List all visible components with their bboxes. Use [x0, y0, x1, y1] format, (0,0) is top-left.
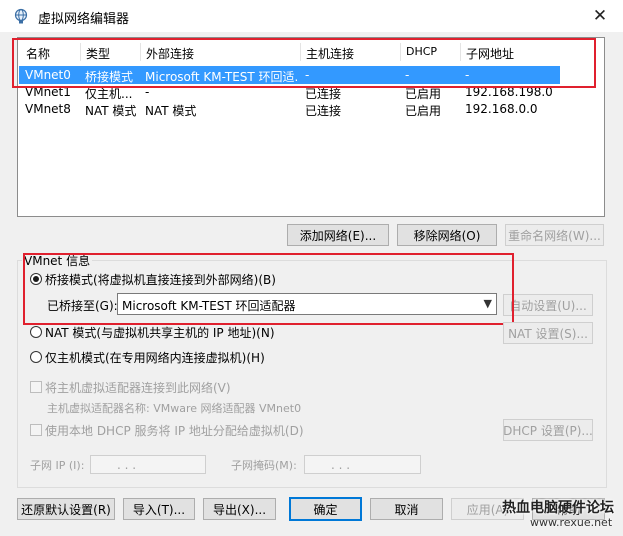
remove-network-button[interactable]: 移除网络(O): [397, 224, 497, 246]
dhcp-checkbox[interactable]: [30, 424, 42, 436]
network-globe-icon: [13, 8, 29, 24]
watermark-url: www.rexue.net: [530, 516, 613, 529]
subnet-mask-label: 子网掩码(M):: [231, 459, 297, 472]
nat-label[interactable]: NAT 模式(与虚拟机共享主机的 IP 地址)(N): [45, 324, 275, 341]
close-icon[interactable]: ✕: [586, 4, 614, 28]
connect-adapter-checkbox[interactable]: [30, 381, 42, 393]
window-title: 虚拟网络编辑器: [38, 12, 130, 27]
watermark-text: 热血电脑硬件论坛: [502, 500, 614, 516]
host-only-label[interactable]: 仅主机模式(在专用网络内连接虚拟机)(H): [45, 349, 265, 366]
restore-defaults-button[interactable]: 还原默认设置(R): [17, 498, 115, 520]
highlight-box-bridge: [23, 253, 514, 325]
ok-button[interactable]: 确定: [289, 497, 362, 521]
dhcp-label[interactable]: 使用本地 DHCP 服务将 IP 地址分配给虚拟机(D): [45, 422, 304, 439]
connect-adapter-label[interactable]: 将主机虚拟适配器连接到此网络(V): [45, 379, 231, 396]
subnet-mask-input[interactable]: . . .: [304, 455, 421, 474]
adapter-name-label: 主机虚拟适配器名称: VMware 网络适配器 VMnet0: [47, 402, 302, 415]
dhcp-settings-button[interactable]: DHCP 设置(P)...: [503, 419, 593, 441]
import-button[interactable]: 导入(T)...: [123, 498, 195, 520]
add-network-button[interactable]: 添加网络(E)...: [287, 224, 389, 246]
cancel-button[interactable]: 取消: [370, 498, 443, 520]
auto-settings-button[interactable]: 自动设置(U)...: [503, 294, 593, 316]
subnet-ip-input[interactable]: . . .: [90, 455, 206, 474]
export-button[interactable]: 导出(X)...: [203, 498, 276, 520]
host-only-radio[interactable]: [30, 351, 42, 363]
table-row[interactable]: VMnet8 NAT 模式 NAT 模式 已连接 已启用 192.168.0.0: [19, 100, 579, 118]
nat-radio[interactable]: [30, 326, 42, 338]
nat-settings-button[interactable]: NAT 设置(S)...: [503, 322, 593, 344]
highlight-box-list: [12, 38, 596, 88]
subnet-ip-label: 子网 IP (I):: [30, 459, 85, 472]
rename-network-button[interactable]: 重命名网络(W)...: [505, 224, 604, 246]
